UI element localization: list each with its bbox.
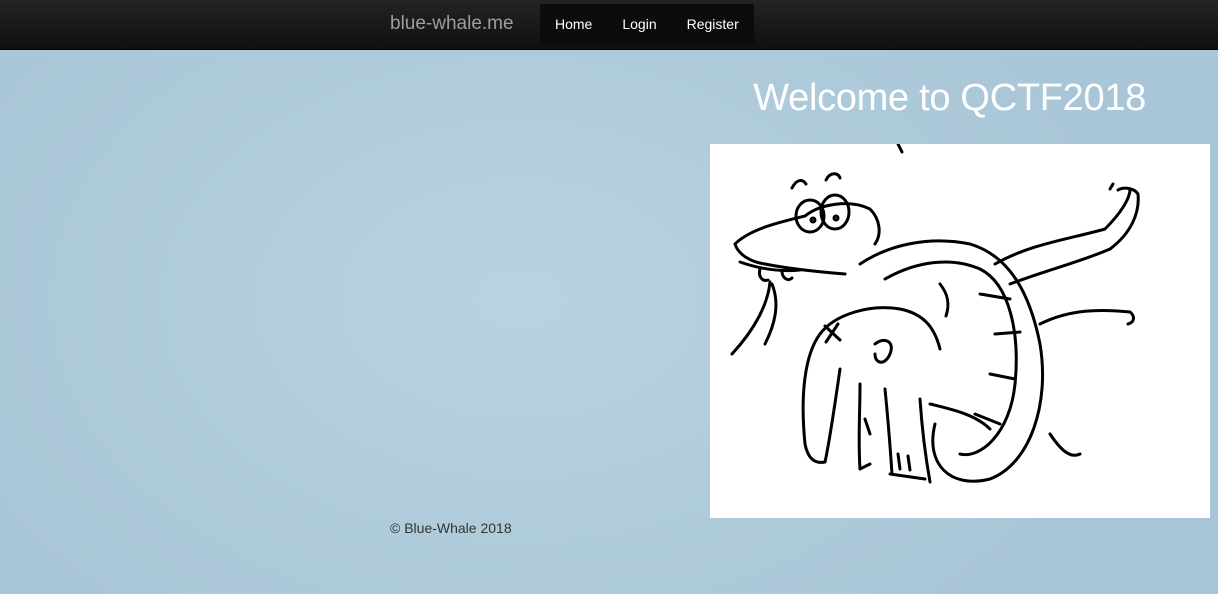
- top-navbar: blue-whale.me Home Login Register: [0, 0, 1218, 50]
- page-title: Welcome to QCTF2018: [753, 77, 1146, 119]
- brand-link[interactable]: blue-whale.me: [390, 12, 514, 36]
- nav-home[interactable]: Home: [540, 4, 607, 44]
- hero-image: [710, 144, 1210, 518]
- nav-login[interactable]: Login: [607, 4, 671, 44]
- snake-elephant-sketch-icon: [730, 144, 1140, 484]
- nav-register[interactable]: Register: [672, 4, 754, 44]
- nav-menu: Home Login Register: [540, 4, 754, 44]
- footer-copyright: © Blue-Whale 2018: [390, 520, 512, 536]
